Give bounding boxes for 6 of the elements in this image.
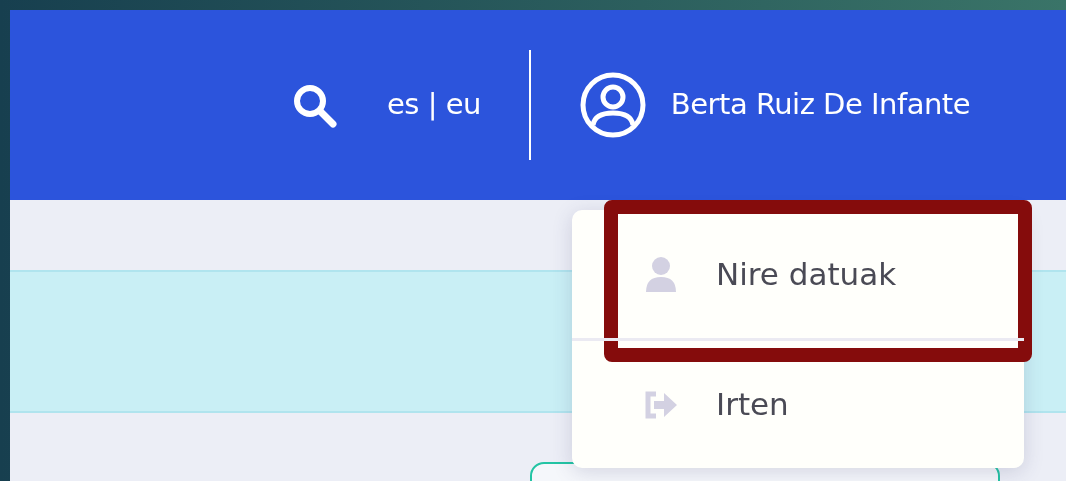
exit-icon [644,390,678,419]
language-switcher[interactable]: es | eu [386,83,481,127]
user-avatar-icon[interactable] [578,71,647,139]
person-icon [644,256,678,292]
menu-item[interactable]: Irten [572,338,1024,468]
user-name[interactable]: Berta Ruiz De Infante [670,83,970,127]
